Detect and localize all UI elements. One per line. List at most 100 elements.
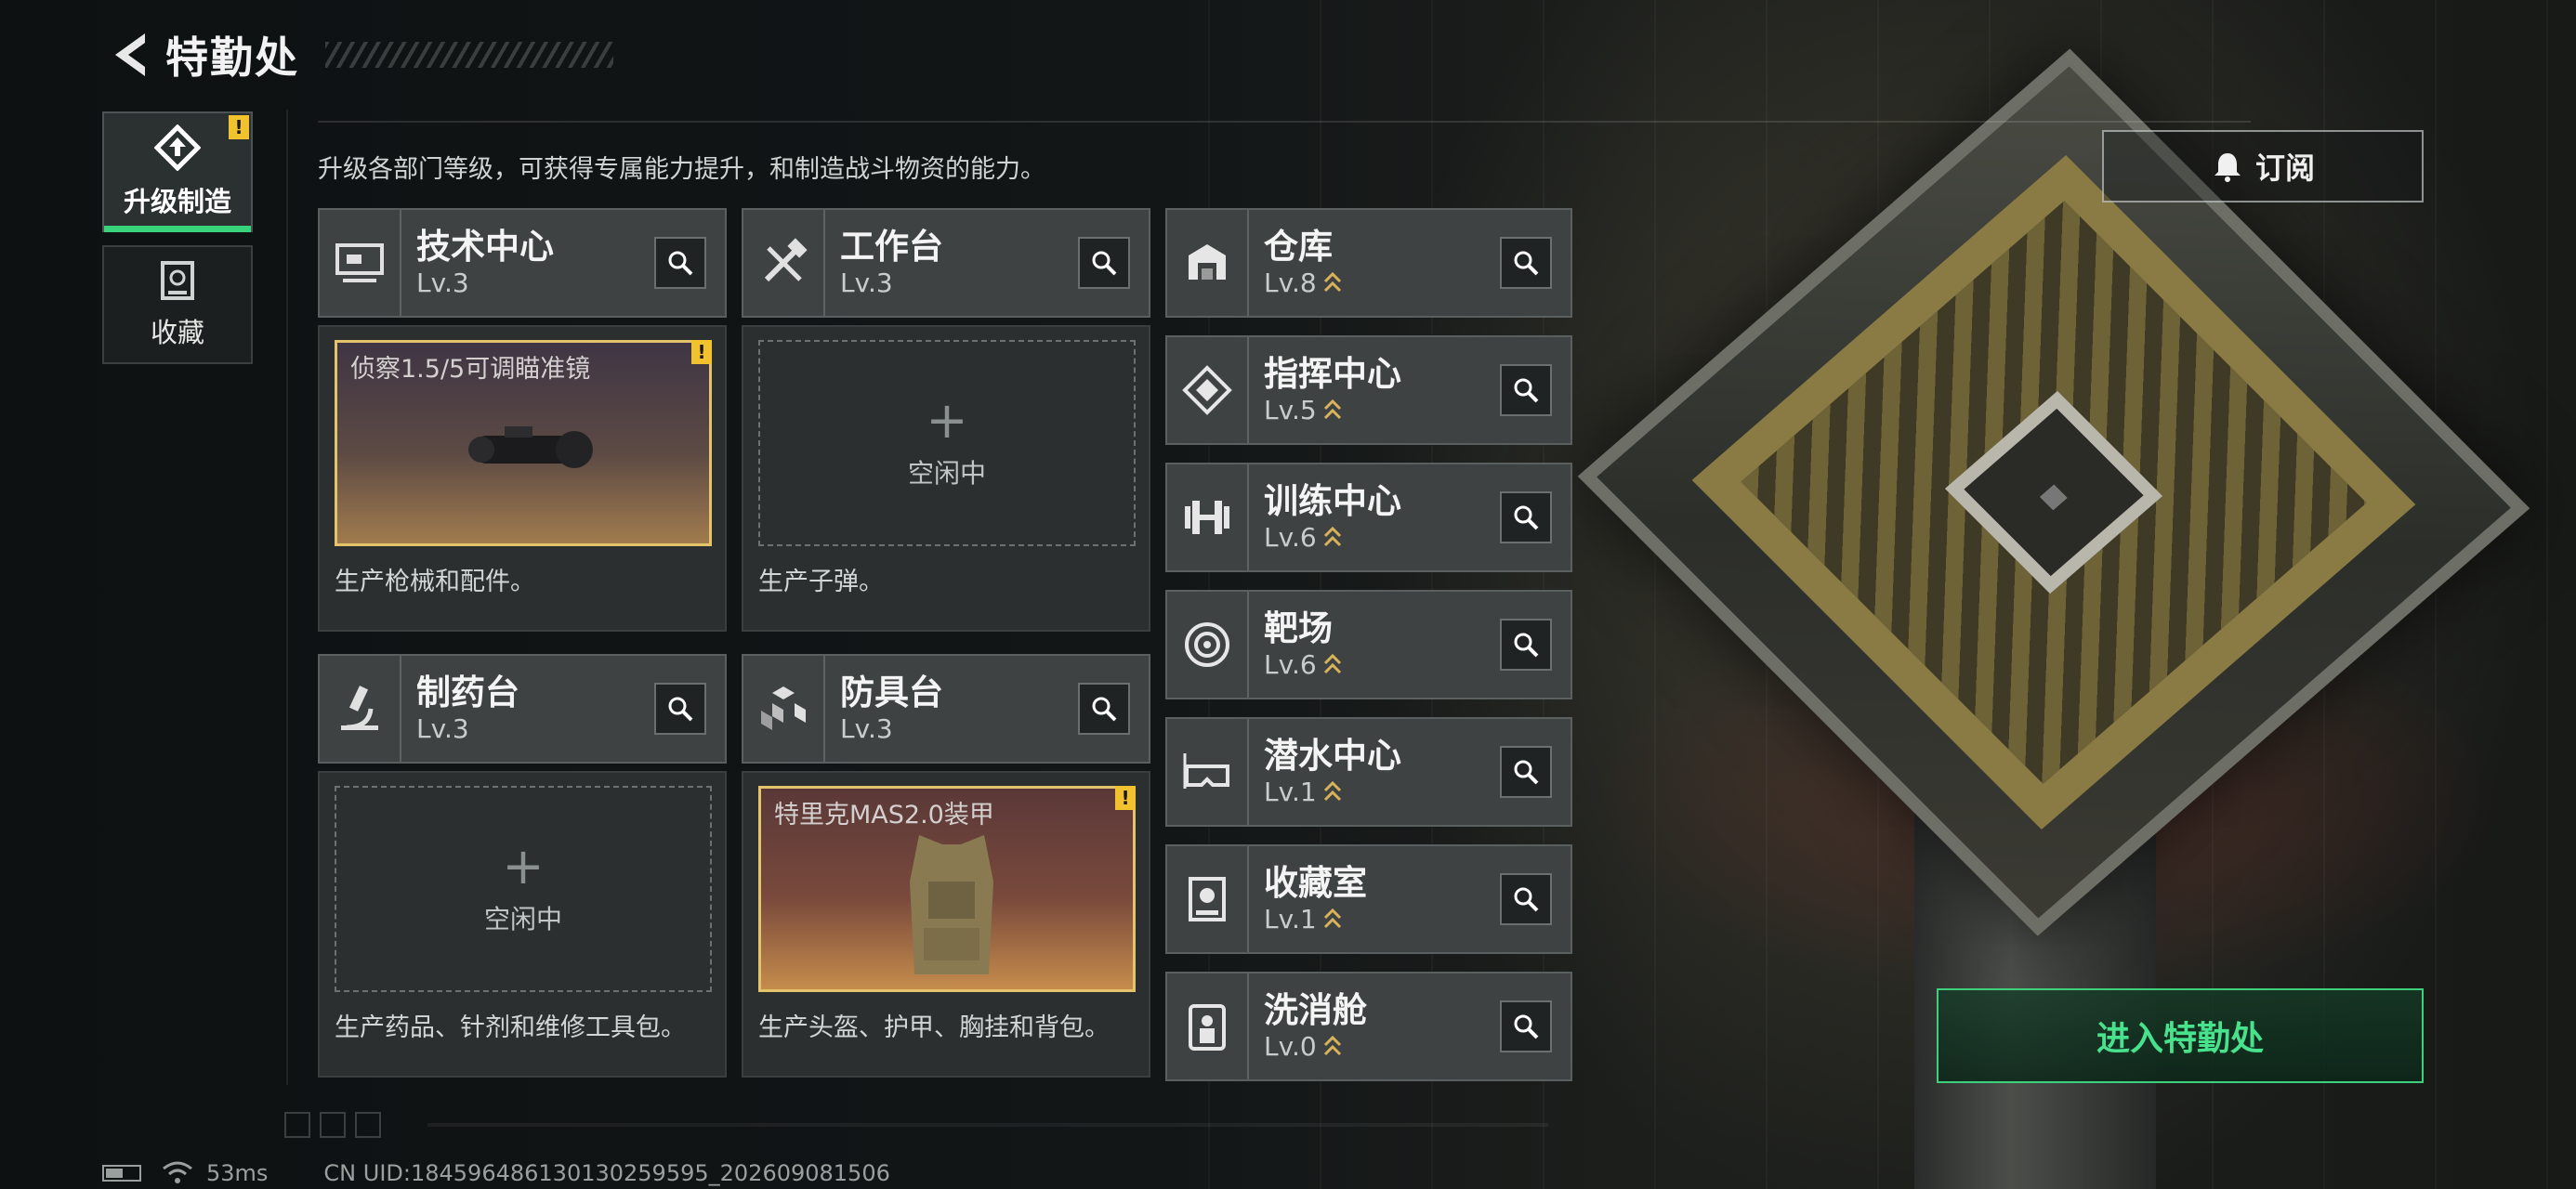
search-button[interactable] xyxy=(1500,364,1552,416)
facility-header-tech-center[interactable]: 技术中心 Lv.3 xyxy=(318,208,727,318)
alert-badge: ! xyxy=(691,340,712,364)
search-icon xyxy=(1514,251,1539,276)
facility-header-pharmacy[interactable]: 制药台 Lv.3 xyxy=(318,654,727,764)
back-button[interactable] xyxy=(102,27,158,83)
subscribe-button[interactable]: 订阅 xyxy=(2102,130,2424,203)
facility-description: 生产药品、针剂和维修工具包。 xyxy=(335,1013,686,1042)
tab-label: 收藏 xyxy=(150,317,204,348)
level-text: Lv.8 xyxy=(1264,268,1317,298)
facility-level: Lv.1 xyxy=(1264,904,1500,935)
search-icon xyxy=(1514,505,1539,530)
search-button[interactable] xyxy=(1078,683,1130,735)
ping-readout: 53ms xyxy=(206,1160,269,1186)
page-description: 升级各部门等级，可获得专属能力提升，和制造战斗物资的能力。 xyxy=(318,155,1045,184)
search-button[interactable] xyxy=(654,237,706,289)
facility-level: Lv.6 xyxy=(1264,649,1500,681)
facility-level: Lv.3 xyxy=(840,713,893,744)
level-up-chevron-icon xyxy=(1323,271,1341,293)
page-title: 特勤处 xyxy=(165,33,299,83)
search-button[interactable] xyxy=(1500,1000,1552,1052)
search-button[interactable] xyxy=(1500,237,1552,289)
level-up-chevron-icon xyxy=(1323,780,1341,802)
facility-card[interactable]: 收藏室 Lv.1 xyxy=(1165,844,1572,954)
level-up-chevron-icon xyxy=(1323,653,1341,674)
production-slot[interactable]: + 空闲中 xyxy=(335,786,712,992)
facility-card[interactable]: 潜水中心 Lv.1 xyxy=(1165,717,1572,827)
scope-item-image xyxy=(468,426,593,468)
production-slot[interactable]: + 空闲中 xyxy=(758,340,1136,546)
computer-icon xyxy=(335,243,384,282)
facility-level: Lv.3 xyxy=(416,713,469,744)
facility-name: 靶场 xyxy=(1264,608,1333,648)
facility-card[interactable]: 洗消舱 Lv.0 xyxy=(1165,972,1572,1081)
command-icon xyxy=(1182,365,1232,415)
facility-name: 防具台 xyxy=(840,673,943,712)
facility-header-workbench[interactable]: 工作台 Lv.3 xyxy=(742,208,1150,318)
facility-name: 训练中心 xyxy=(1264,481,1401,521)
search-button[interactable] xyxy=(1500,619,1552,671)
production-slot[interactable]: 侦察1.5/5可调瞄准镜 ! xyxy=(335,340,712,546)
search-button[interactable] xyxy=(1500,873,1552,925)
facility-name: 潜水中心 xyxy=(1264,736,1401,776)
tab-upgrade-craft[interactable]: 升级制造 ! xyxy=(102,111,253,232)
divider xyxy=(318,121,2251,123)
bell-icon xyxy=(2214,153,2241,182)
status-bar: 53ms CN UID:18459648613013025959​5_20260… xyxy=(102,1159,890,1187)
idle-status: 空闲中 xyxy=(483,904,562,934)
facility-card[interactable]: 仓库 Lv.8 xyxy=(1165,208,1572,318)
wifi-icon xyxy=(163,1161,192,1183)
level-up-chevron-icon xyxy=(1323,908,1341,929)
level-text: Lv.6 xyxy=(1264,649,1317,680)
production-slot[interactable]: 特里克MAS2.0装甲 ! xyxy=(758,786,1136,992)
level-up-chevron-icon xyxy=(1323,526,1341,547)
facility-card[interactable]: 靶场 Lv.6 xyxy=(1165,590,1572,699)
level-up-chevron-icon xyxy=(1323,399,1341,420)
collection-icon xyxy=(161,261,194,300)
level-text: Lv.0 xyxy=(1264,1031,1317,1062)
tab-collection[interactable]: 收藏 xyxy=(102,245,253,364)
level-up-chevron-icon xyxy=(1323,1035,1341,1056)
idle-status: 空闲中 xyxy=(907,458,986,489)
diving-mask-icon xyxy=(1183,753,1229,789)
target-icon xyxy=(1185,622,1229,667)
alert-badge: ! xyxy=(1115,786,1136,810)
facility-name: 技术中心 xyxy=(416,227,554,267)
facility-name: 制药台 xyxy=(416,673,519,712)
facility-body-tech-center: 侦察1.5/5可调瞄准镜 ! 生产枪械和配件。 xyxy=(318,325,727,632)
search-button[interactable] xyxy=(1500,746,1552,798)
item-name: 侦察1.5/5可调瞄准镜 xyxy=(350,355,591,384)
search-icon xyxy=(1514,633,1539,658)
warehouse-icon xyxy=(1189,244,1226,280)
tab-label: 升级制造 xyxy=(123,186,231,217)
facility-body-workbench: + 空闲中 生产子弹。 xyxy=(742,325,1150,632)
level-text: Lv.1 xyxy=(1264,777,1317,807)
level-text: Lv.1 xyxy=(1264,904,1317,934)
search-button[interactable] xyxy=(654,683,706,735)
facility-level: Lv.3 xyxy=(840,268,893,298)
search-icon xyxy=(1092,697,1117,722)
search-icon xyxy=(1092,251,1117,276)
tools-icon xyxy=(764,238,808,282)
facility-body-pharmacy: + 空闲中 生产药品、针剂和维修工具包。 xyxy=(318,771,727,1078)
facility-description: 生产子弹。 xyxy=(758,568,884,596)
facility-card[interactable]: 训练中心 Lv.6 xyxy=(1165,463,1572,572)
microscope-icon xyxy=(341,686,378,730)
facility-card[interactable]: 指挥中心 Lv.5 xyxy=(1165,335,1572,445)
facility-level: Lv.3 xyxy=(416,268,469,298)
back-arrow-icon xyxy=(115,33,145,76)
facility-level: Lv.6 xyxy=(1264,522,1500,554)
facility-level: Lv.0 xyxy=(1264,1031,1500,1063)
search-button[interactable] xyxy=(1078,237,1130,289)
facility-name: 指挥中心 xyxy=(1264,354,1401,394)
upgrade-icon xyxy=(154,124,201,171)
level-text: Lv.5 xyxy=(1264,395,1317,425)
armor-vest-item-image xyxy=(910,835,993,974)
enter-special-ops-button[interactable]: 进入特勤处 xyxy=(1937,988,2424,1083)
search-button[interactable] xyxy=(1500,491,1552,543)
subscribe-label: 订阅 xyxy=(2254,150,2315,186)
page-header: 特勤处 xyxy=(102,22,613,87)
facility-description: 生产枪械和配件。 xyxy=(335,568,535,596)
facility-header-armor-bench[interactable]: 防具台 Lv.3 xyxy=(742,654,1150,764)
bottom-decoration xyxy=(284,1111,1548,1139)
facility-body-armor-bench: 特里克MAS2.0装甲 ! 生产头盔、护甲、胸挂和背包。 xyxy=(742,771,1150,1078)
